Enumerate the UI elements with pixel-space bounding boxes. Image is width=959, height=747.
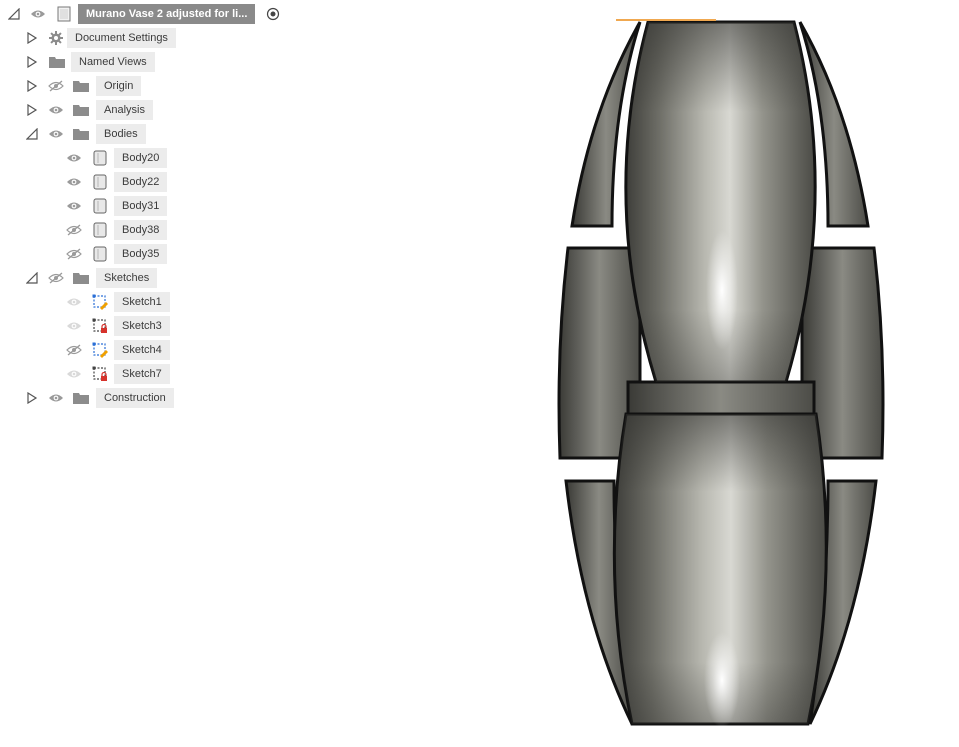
vase-model [557, 19, 885, 728]
expand-triangle-icon[interactable] [26, 104, 38, 116]
eye-hidden-icon[interactable] [46, 78, 66, 94]
folder-icon [71, 102, 91, 118]
eye-icon[interactable] [46, 126, 66, 142]
eye-icon[interactable] [46, 390, 66, 406]
eye-icon[interactable] [64, 174, 84, 190]
body-item[interactable]: Body38 [0, 219, 300, 241]
body-item[interactable]: Body31 [0, 195, 300, 217]
body-item[interactable]: Body20 [0, 147, 300, 169]
folder-icon [47, 54, 67, 70]
body-item[interactable]: Body22 [0, 171, 300, 193]
browser-panel: Murano Vase 2 adjusted for li... Documen… [0, 0, 320, 420]
expand-triangle-icon[interactable] [26, 56, 38, 68]
body-icon [90, 246, 110, 262]
sketch-icon [90, 342, 110, 358]
folder-icon [71, 78, 91, 94]
browser-item-analysis[interactable]: Analysis [0, 99, 300, 121]
folder-icon [71, 390, 91, 406]
eye-hidden-icon[interactable] [64, 222, 84, 238]
body-label: Body22 [114, 172, 168, 192]
body-label: Body20 [114, 148, 168, 168]
sketch-item[interactable]: Sketch3 [0, 315, 300, 337]
expand-triangle-icon[interactable] [26, 80, 38, 92]
collapse-triangle-icon[interactable] [26, 272, 38, 284]
body-label: Body38 [114, 220, 168, 240]
browser-item-label: Bodies [96, 124, 146, 144]
body-label: Body35 [114, 244, 168, 264]
expand-triangle-icon[interactable] [26, 32, 38, 44]
browser-item-document-settings[interactable]: Document Settings [0, 27, 300, 49]
eye-icon[interactable] [64, 150, 84, 166]
browser-root-row[interactable]: Murano Vase 2 adjusted for li... [0, 3, 300, 25]
expand-triangle-icon[interactable] [26, 392, 38, 404]
collapse-triangle-icon[interactable] [26, 128, 38, 140]
eye-hidden-icon[interactable] [64, 342, 84, 358]
browser-item-label: Origin [96, 76, 142, 96]
sketch-label: Sketch7 [114, 364, 170, 384]
sketch-locked-icon [90, 318, 110, 334]
browser-item-label: Document Settings [67, 28, 176, 48]
browser-item-origin[interactable]: Origin [0, 75, 300, 97]
browser-item-construction[interactable]: Construction [0, 387, 300, 409]
browser-item-label: Named Views [71, 52, 155, 72]
folder-icon [71, 270, 91, 286]
eye-icon[interactable] [28, 6, 48, 22]
body-icon [90, 222, 110, 238]
eye-dimmed-icon[interactable] [64, 294, 84, 310]
body-icon [90, 174, 110, 190]
eye-icon[interactable] [64, 198, 84, 214]
sketch-item[interactable]: Sketch4 [0, 339, 300, 361]
collapse-triangle-icon[interactable] [8, 8, 20, 20]
sketch-item[interactable]: Sketch7 [0, 363, 300, 385]
eye-hidden-icon[interactable] [64, 246, 84, 262]
eye-icon[interactable] [46, 102, 66, 118]
sketch-label: Sketch1 [114, 292, 170, 312]
folder-icon [71, 126, 91, 142]
browser-item-label: Sketches [96, 268, 158, 288]
browser-item-label: Construction [96, 388, 174, 408]
gear-icon [46, 30, 66, 46]
body-item[interactable]: Body35 [0, 243, 300, 265]
sketch-label: Sketch4 [114, 340, 170, 360]
document-icon [54, 6, 74, 22]
browser-item-sketches[interactable]: Sketches [0, 267, 300, 289]
browser-item-named-views[interactable]: Named Views [0, 51, 300, 73]
activate-radio-icon[interactable] [266, 7, 280, 21]
viewport-canvas[interactable] [540, 0, 959, 744]
body-label: Body31 [114, 196, 168, 216]
eye-hidden-icon[interactable] [46, 270, 66, 286]
eye-dimmed-icon[interactable] [64, 318, 84, 334]
eye-dimmed-icon[interactable] [64, 366, 84, 382]
sketch-label: Sketch3 [114, 316, 170, 336]
body-icon [90, 198, 110, 214]
sketch-locked-icon [90, 366, 110, 382]
sketch-item[interactable]: Sketch1 [0, 291, 300, 313]
root-label[interactable]: Murano Vase 2 adjusted for li... [78, 4, 256, 24]
browser-item-bodies[interactable]: Bodies [0, 123, 300, 145]
sketch-icon [90, 294, 110, 310]
browser-item-label: Analysis [96, 100, 153, 120]
body-icon [90, 150, 110, 166]
